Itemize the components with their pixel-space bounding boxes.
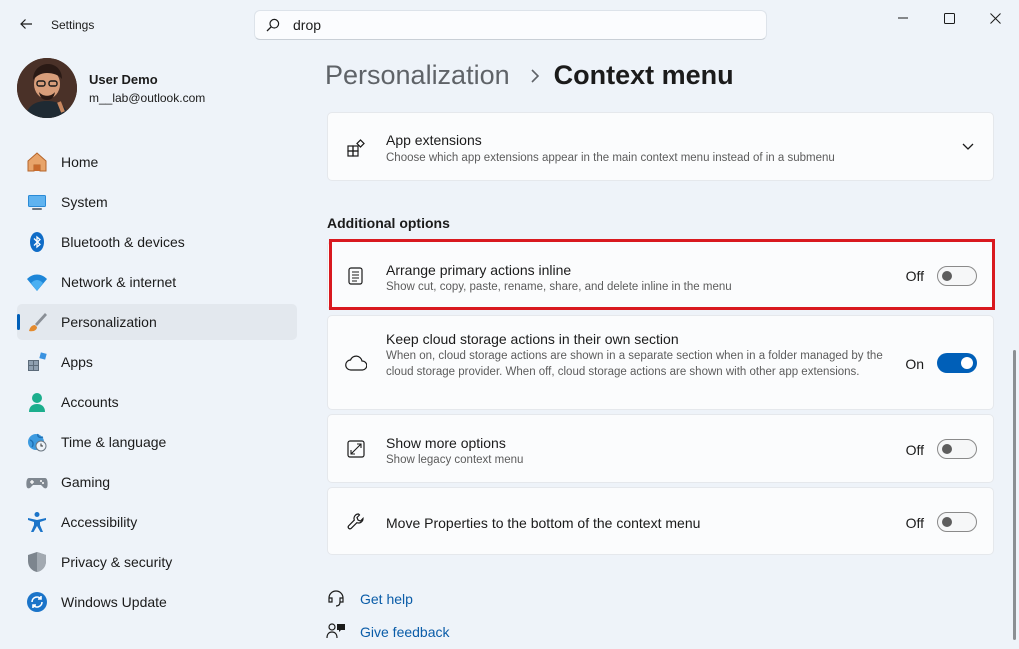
app-extensions-card[interactable]: App extensions Choose which app extensio… [327,112,994,181]
shield-icon [26,551,48,573]
expand-window-icon [345,438,367,460]
page-title: Context menu [553,60,734,90]
sidebar-item-windows-update[interactable]: Windows Update [17,584,297,620]
bluetooth-icon [26,231,48,253]
system-icon [26,191,48,213]
close-icon [989,12,1001,24]
wifi-icon [26,271,48,293]
give-feedback-link-row[interactable]: Give feedback [326,622,450,642]
sidebar-nav: Home System Bluetooth & devices Network … [17,144,297,624]
show-more-options-title: Show more options [386,435,506,451]
update-icon [26,591,48,613]
gamepad-icon [26,471,48,493]
move-properties-card[interactable]: Move Properties to the bottom of the con… [327,487,994,555]
arrange-inline-toggle[interactable] [937,266,977,286]
additional-options-heading: Additional options [327,215,450,231]
sidebar-item-privacy[interactable]: Privacy & security [17,544,297,580]
wrench-icon [345,511,367,533]
scrollbar[interactable] [1013,350,1016,640]
help-icon [326,589,346,609]
avatar [17,58,77,118]
brush-icon [26,311,48,333]
arrange-inline-description: Show cut, copy, paste, rename, share, an… [386,281,732,293]
search-icon [265,17,281,33]
sidebar-item-accessibility[interactable]: Accessibility [17,504,297,540]
cloud-storage-card[interactable]: Keep cloud storage actions in their own … [327,315,994,410]
sidebar-item-personalization[interactable]: Personalization [17,304,297,340]
sidebar-item-home[interactable]: Home [17,144,297,180]
app-extensions-title: App extensions [386,132,482,148]
minimize-button[interactable] [880,4,926,32]
arrange-inline-state: Off [905,268,924,284]
globe-clock-icon [26,431,48,453]
move-properties-toggle[interactable] [937,512,977,532]
give-feedback-link[interactable]: Give feedback [360,624,450,640]
get-help-link[interactable]: Get help [360,591,413,607]
person-icon [26,391,48,413]
maximize-icon [943,12,955,24]
user-profile[interactable]: User Demo m__lab@outlook.com [17,58,205,118]
show-more-options-toggle[interactable] [937,439,977,459]
chevron-right-icon [530,63,540,89]
app-title: Settings [51,18,95,32]
move-properties-state: Off [905,515,924,531]
show-more-options-card[interactable]: Show more options Show legacy context me… [327,414,994,483]
cloud-icon [345,352,367,374]
cloud-storage-toggle[interactable] [937,353,977,373]
sidebar-item-accounts[interactable]: Accounts [17,384,297,420]
chevron-down-icon[interactable] [959,138,977,156]
cloud-storage-description: When on, cloud storage actions are shown… [386,350,883,378]
arrange-inline-card[interactable]: Arrange primary actions inline Show cut,… [327,241,994,310]
search-input[interactable]: drop [293,17,321,33]
back-button[interactable] [12,10,40,38]
move-properties-title: Move Properties to the bottom of the con… [386,515,701,531]
get-help-link-row[interactable]: Get help [326,589,413,609]
title-bar: Settings drop [0,0,1019,50]
home-icon [26,151,48,173]
close-button[interactable] [972,4,1018,32]
arrow-left-icon [20,19,32,29]
show-more-options-state: Off [905,442,924,458]
apps-icon [26,351,48,373]
breadcrumb: Personalization Context menu [325,60,734,91]
user-name: User Demo [89,71,158,87]
sidebar-item-system[interactable]: System [17,184,297,220]
cloud-storage-title: Keep cloud storage actions in their own … [386,331,679,347]
extensions-icon [345,137,367,159]
sidebar-item-apps[interactable]: Apps [17,344,297,380]
user-email: m__lab@outlook.com [89,90,206,105]
list-document-icon [345,265,367,287]
sidebar-item-network[interactable]: Network & internet [17,264,297,300]
cloud-storage-state: On [905,356,924,372]
accessibility-icon [26,511,48,533]
app-extensions-description: Choose which app extensions appear in th… [386,152,835,164]
breadcrumb-parent[interactable]: Personalization [325,60,510,91]
arrange-inline-title: Arrange primary actions inline [386,262,572,278]
minimize-icon [898,17,908,19]
show-more-options-description: Show legacy context menu [386,454,524,466]
search-box[interactable]: drop [254,10,767,40]
maximize-button[interactable] [926,4,972,32]
sidebar-item-bluetooth[interactable]: Bluetooth & devices [17,224,297,260]
sidebar-item-time-language[interactable]: Time & language [17,424,297,460]
feedback-icon [326,622,346,642]
sidebar-item-gaming[interactable]: Gaming [17,464,297,500]
